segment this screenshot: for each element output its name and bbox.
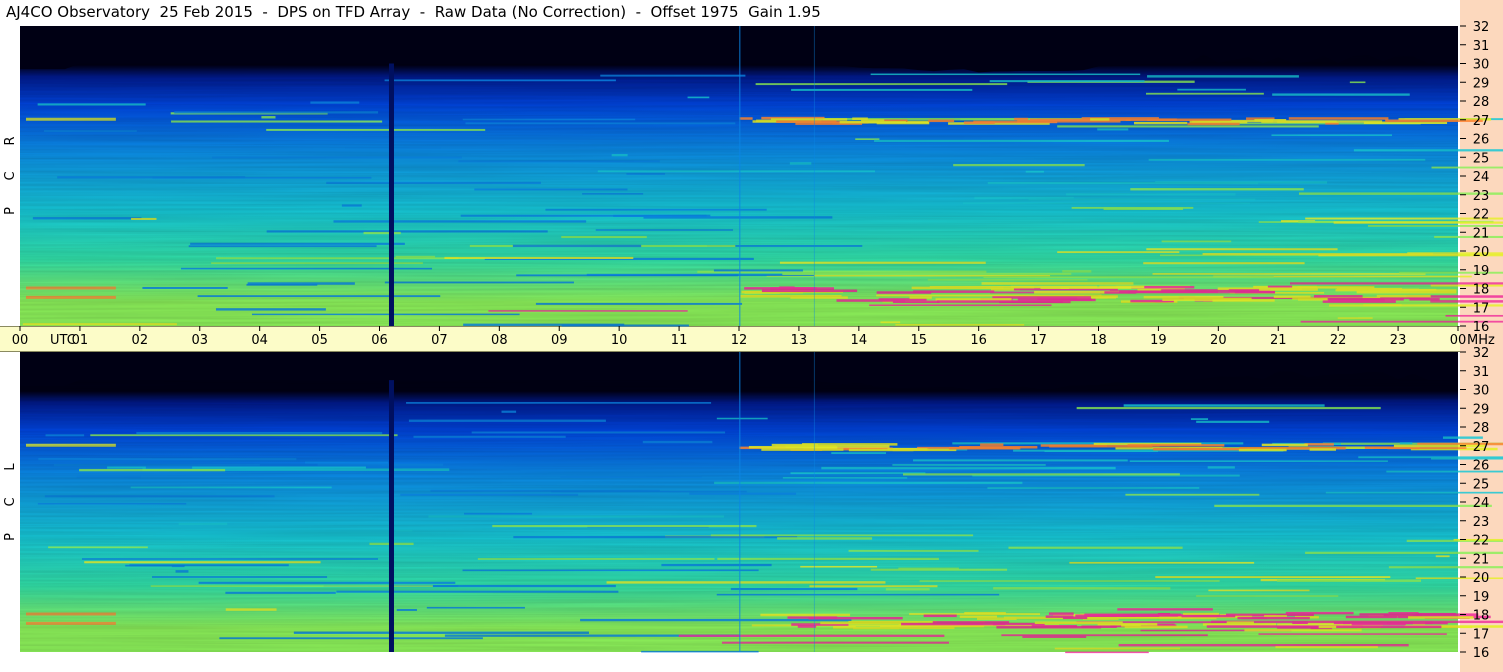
utc-tick-label: 00 bbox=[1450, 333, 1467, 348]
utc-tick-label: 21 bbox=[1270, 333, 1287, 348]
frequency-tick-label: 24 bbox=[1473, 170, 1490, 185]
mhz-unit-label: MHz bbox=[1467, 333, 1495, 348]
frequency-tick-label: 30 bbox=[1473, 384, 1490, 399]
frequency-tick-label: 32 bbox=[1473, 346, 1490, 361]
polarization-label-rcp: R C P bbox=[3, 136, 18, 214]
frequency-tick-label: 18 bbox=[1473, 283, 1490, 298]
frequency-tick-label: 26 bbox=[1473, 133, 1490, 148]
utc-tick-label: 14 bbox=[851, 333, 868, 348]
spectrogram-chart: 16 17 18 19 20 21 22 23 24 25 26 27 28 29 30 31 32 R C P 16 1… bbox=[3, 20, 1503, 661]
frequency-tick-label: 18 bbox=[1473, 609, 1490, 624]
frequency-tick-label: 27 bbox=[1473, 114, 1490, 129]
frequency-tick-label: 20 bbox=[1473, 571, 1490, 586]
utc-tick-label: 07 bbox=[431, 333, 448, 348]
utc-tick-label: 17 bbox=[1030, 333, 1047, 348]
frequency-tick-label: 16 bbox=[1473, 646, 1490, 661]
frequency-tick-label: 26 bbox=[1473, 459, 1490, 474]
polarization-label-lcp: L C P bbox=[3, 463, 18, 541]
utc-tick-label: 12 bbox=[731, 333, 748, 348]
spectrogram-lcp bbox=[20, 352, 1503, 654]
frequency-tick-label: 29 bbox=[1473, 402, 1490, 417]
utc-tick-label: 11 bbox=[671, 333, 688, 348]
frequency-tick-label: 32 bbox=[1473, 20, 1490, 35]
utc-tick-label: 05 bbox=[311, 333, 328, 348]
frequency-tick-label: 23 bbox=[1473, 515, 1490, 530]
frequency-tick-label: 29 bbox=[1473, 76, 1490, 91]
utc-time-axis: 00 01 02 03 04 05 06 07 08 09 10 11 12 13 14 15 16 17 18 19… bbox=[12, 326, 1495, 348]
utc-tick-label: 04 bbox=[251, 333, 268, 348]
polarization-label-letter: C bbox=[3, 497, 18, 506]
receiver-gap-line bbox=[388, 63, 394, 326]
utc-tick-label: 00 bbox=[12, 333, 29, 348]
frequency-tick-label: 19 bbox=[1473, 590, 1490, 605]
utc-tick-label: 13 bbox=[791, 333, 808, 348]
polarization-label-letter: R bbox=[3, 136, 18, 145]
utc-tick-label: 19 bbox=[1150, 333, 1167, 348]
faint-vertical-line bbox=[813, 352, 815, 652]
frequency-tick-label: 17 bbox=[1473, 627, 1490, 642]
faint-vertical-line bbox=[739, 352, 741, 652]
utc-tick-label: 22 bbox=[1330, 333, 1347, 348]
frequency-tick-label: 20 bbox=[1473, 245, 1490, 260]
frequency-tick-label: 24 bbox=[1473, 496, 1490, 511]
utc-tick-label: 18 bbox=[1090, 333, 1107, 348]
frequency-tick-label: 31 bbox=[1473, 365, 1490, 380]
utc-tick-label: 08 bbox=[491, 333, 508, 348]
frequency-tick-label: 31 bbox=[1473, 39, 1490, 54]
frequency-tick-label: 17 bbox=[1473, 301, 1490, 316]
frequency-tick-label: 30 bbox=[1473, 58, 1490, 73]
frequency-tick-label: 28 bbox=[1473, 95, 1490, 110]
frequency-tick-label: 22 bbox=[1473, 208, 1490, 223]
frequency-tick-label: 25 bbox=[1473, 477, 1490, 492]
utc-tick-label: 03 bbox=[191, 333, 208, 348]
utc-tick-label: 02 bbox=[132, 333, 149, 348]
faint-vertical-line bbox=[813, 26, 815, 326]
utc-tick-label: 06 bbox=[371, 333, 388, 348]
frequency-tick-label: 28 bbox=[1473, 421, 1490, 436]
utc-tick-label: 09 bbox=[551, 333, 568, 348]
utc-tick-label: 10 bbox=[611, 333, 628, 348]
frequency-tick-label: 25 bbox=[1473, 151, 1490, 166]
utc-tick-label: 20 bbox=[1210, 333, 1227, 348]
polarization-label-letter: P bbox=[3, 533, 18, 541]
frequency-tick-label: 21 bbox=[1473, 552, 1490, 567]
frequency-tick-label: 23 bbox=[1473, 189, 1490, 204]
utc-tick-label: 16 bbox=[970, 333, 987, 348]
polarization-label-letter: C bbox=[3, 171, 18, 180]
utc-tick-label: 15 bbox=[910, 333, 927, 348]
faint-vertical-line bbox=[739, 26, 741, 326]
frequency-tick-label: 22 bbox=[1473, 534, 1490, 549]
receiver-gap-line bbox=[388, 380, 394, 652]
polarization-label-letter: L bbox=[3, 463, 18, 471]
utc-tick-label: 23 bbox=[1390, 333, 1407, 348]
frequency-axis-rcp: 1617181920212223242526272829303132 bbox=[1460, 20, 1489, 335]
utc-unit-label: UTC bbox=[50, 333, 76, 348]
frequency-tick-label: 21 bbox=[1473, 226, 1490, 241]
spectrogram-rcp bbox=[20, 26, 1503, 327]
frequency-tick-label: 27 bbox=[1473, 440, 1490, 455]
polarization-label-letter: P bbox=[3, 207, 18, 215]
frequency-tick-label: 19 bbox=[1473, 264, 1490, 279]
